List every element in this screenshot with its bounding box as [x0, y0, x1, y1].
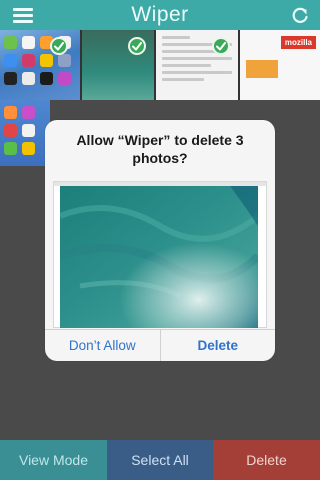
- selected-check-icon: [212, 37, 230, 55]
- selected-check-icon: [50, 37, 68, 55]
- selected-check-icon: [128, 37, 146, 55]
- alert-buttons: Don’t Allow Delete: [45, 329, 275, 361]
- web-page-image: [246, 60, 278, 78]
- confirm-delete-button[interactable]: Delete: [159, 330, 276, 361]
- mozilla-logo: mozilla: [280, 36, 316, 49]
- delete-button[interactable]: Delete: [213, 440, 320, 480]
- dont-allow-button[interactable]: Don’t Allow: [45, 330, 160, 361]
- delete-alert-dialog: Allow “Wiper” to delete 3 photos? Don’t …: [45, 120, 275, 361]
- app-screen: Wiper mozilla Allow “Wiper” to delete 3 …: [0, 0, 320, 480]
- photo-thumbnail[interactable]: [82, 30, 154, 100]
- photo-thumbnail[interactable]: mozilla: [240, 30, 320, 100]
- app-header: Wiper: [0, 0, 320, 30]
- menu-icon[interactable]: [13, 8, 33, 23]
- photo-thumbnail[interactable]: [0, 100, 50, 166]
- view-mode-button[interactable]: View Mode: [0, 440, 107, 480]
- alert-message: Allow “Wiper” to delete 3 photos?: [76, 132, 244, 166]
- photo-preview: [53, 181, 267, 328]
- refresh-icon[interactable]: [290, 5, 310, 25]
- bottom-toolbar: View Mode Select All Delete: [0, 440, 320, 480]
- select-all-button[interactable]: Select All: [107, 440, 213, 480]
- wave-photo: [60, 186, 258, 328]
- home-screen-icons: [4, 106, 35, 155]
- photo-strip: mozilla: [0, 30, 320, 100]
- app-title: Wiper: [131, 3, 189, 26]
- photo-thumbnail[interactable]: [156, 30, 238, 100]
- photo-thumbnail[interactable]: [0, 30, 80, 100]
